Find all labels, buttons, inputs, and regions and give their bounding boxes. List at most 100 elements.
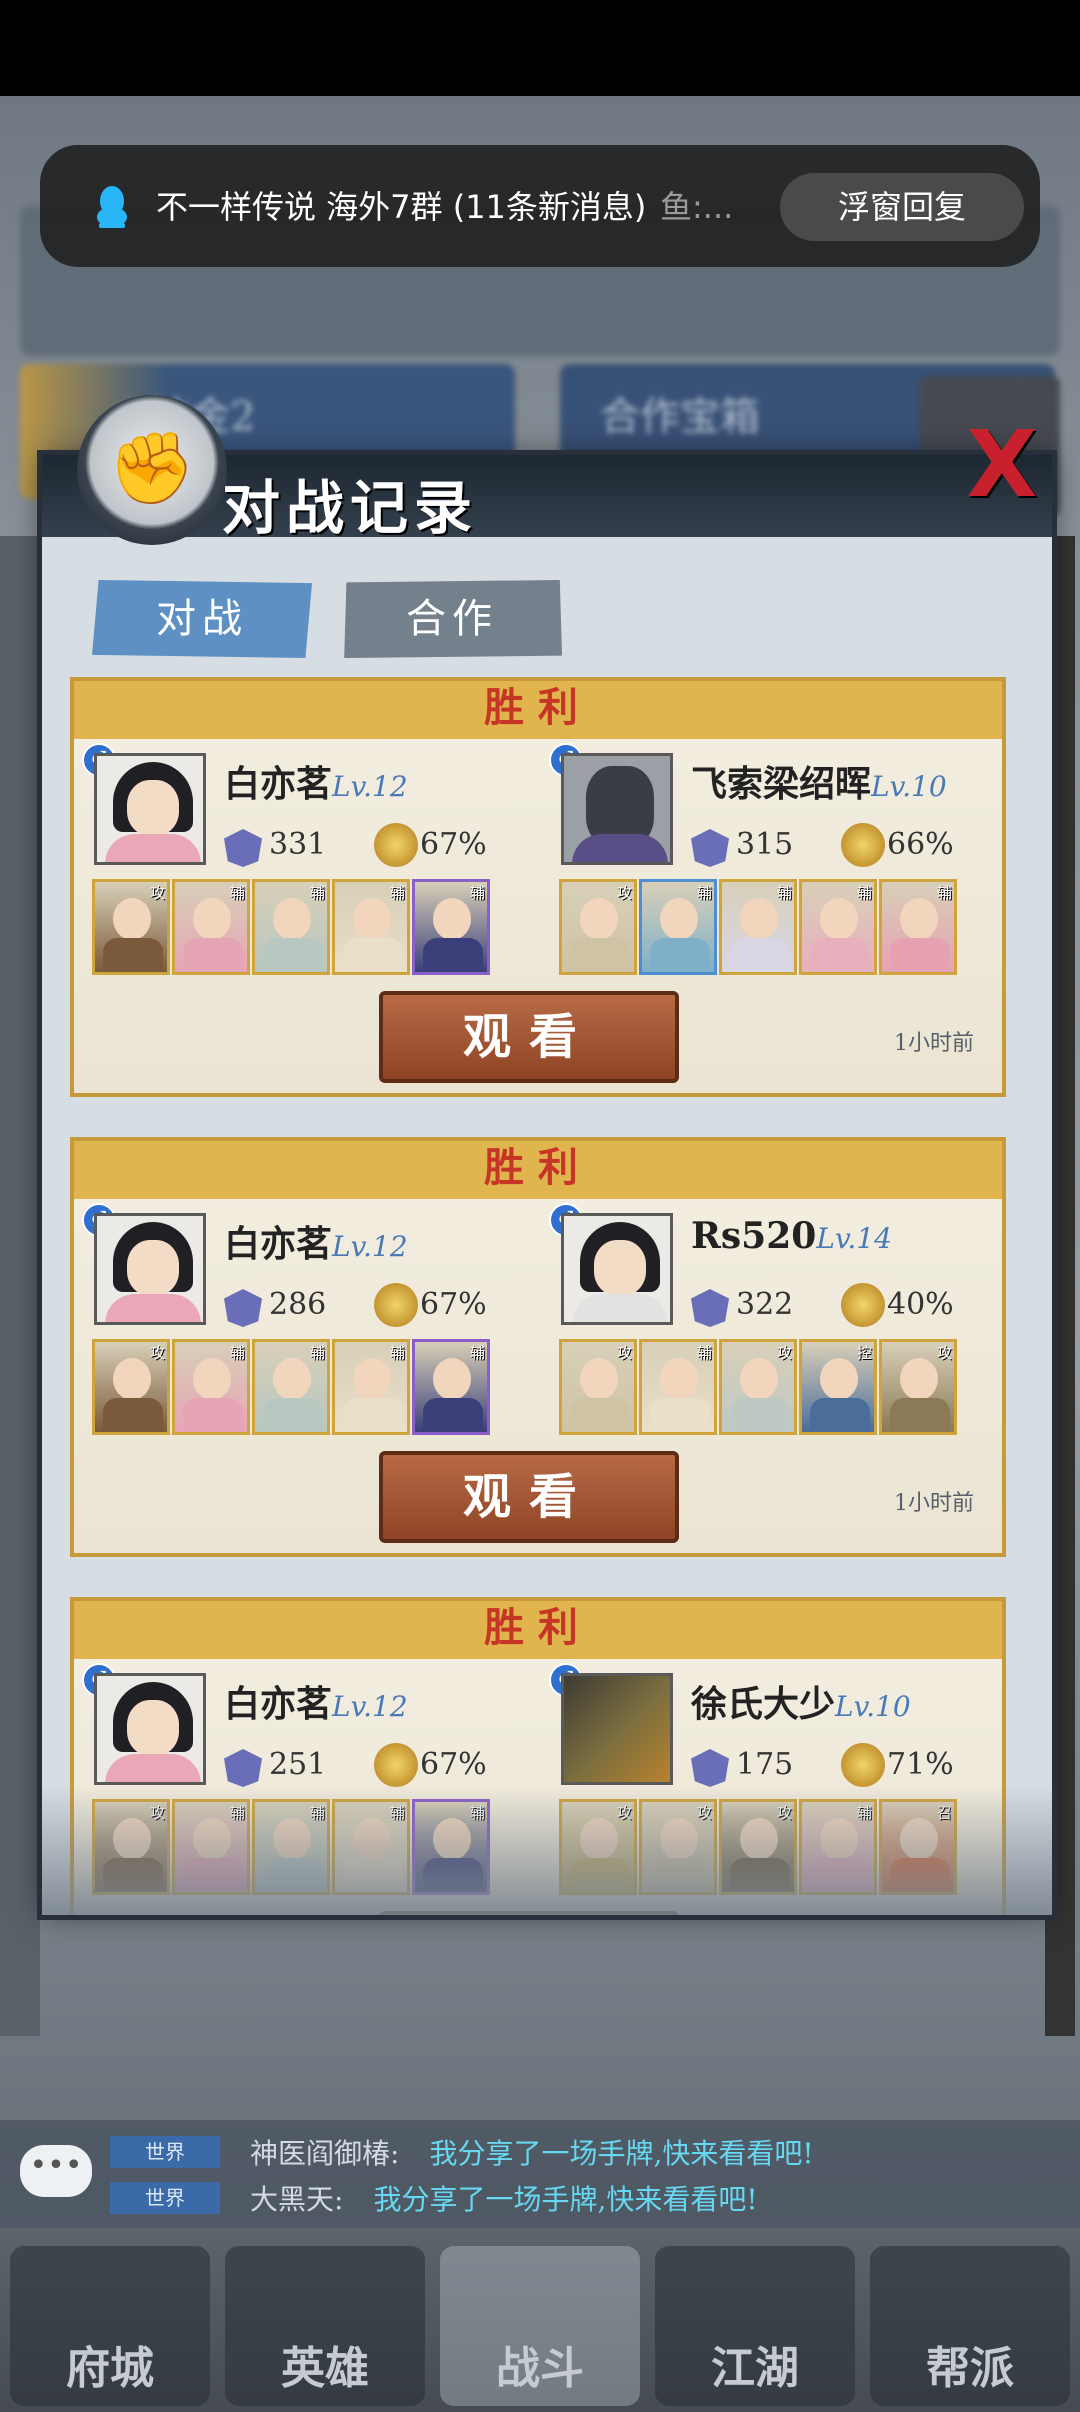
record-time: 1小时前	[894, 1031, 974, 1056]
hero-card[interactable]: 辅	[412, 879, 490, 975]
player-name: 白亦茗	[224, 1223, 333, 1265]
chat-ticker[interactable]: 世界 神医阎御椿: 我分享了一场手牌,快来看看吧! 世界 大黑天: 我分享了一场…	[0, 2120, 1080, 2230]
player-avatar[interactable]	[561, 753, 673, 865]
close-button[interactable]: X	[962, 419, 1042, 511]
player-side: ♂白亦茗Lv.1228667%攻辅辅辅辅	[82, 1203, 529, 1437]
list-fade	[42, 1785, 1052, 1915]
player-name-row: 徐氏大少Lv.10	[691, 1675, 911, 1727]
hero-lineup: 攻辅辅辅辅	[559, 879, 957, 975]
win-rate-value: 67%	[420, 827, 487, 862]
battle-record-card: 胜利♂白亦茗Lv.1228667%攻辅辅辅辅♂Rs520Lv.1432240%攻…	[70, 1137, 1006, 1557]
player-avatar[interactable]	[561, 1213, 673, 1325]
hero-role: 辅	[776, 884, 792, 902]
qq-penguin-icon	[97, 186, 127, 228]
hero-card[interactable]: 辅	[799, 879, 877, 975]
qq-notification[interactable]: 不一样传说 海外7群 (11条新消息) 鱼:... 浮窗回复	[40, 145, 1040, 267]
hero-card[interactable]: 辅	[879, 879, 957, 975]
hero-card[interactable]: 辅	[252, 1339, 330, 1435]
tab-coop[interactable]: 合作	[344, 580, 562, 658]
chat-bubble-icon[interactable]: •••	[20, 2145, 92, 2197]
hero-card[interactable]: 攻	[879, 1339, 957, 1435]
hero-role: 控	[856, 1344, 872, 1362]
hero-card[interactable]: 辅	[719, 879, 797, 975]
nav-label: 江湖	[711, 2343, 799, 2394]
result-banner: 胜利	[74, 681, 1002, 739]
player-name-row: Rs520Lv.14	[691, 1215, 892, 1257]
hero-role: 攻	[776, 1344, 792, 1362]
hero-card[interactable]: 辅	[412, 1339, 490, 1435]
bg-left-edge	[0, 536, 40, 2036]
hero-lineup: 攻辅攻控攻	[559, 1339, 957, 1435]
nav-item-heroes[interactable]: 英雄	[225, 2246, 425, 2406]
player-name: Rs520	[691, 1215, 817, 1257]
player-avatar[interactable]	[561, 1673, 673, 1785]
nav-item-jianghu[interactable]: 江湖	[655, 2246, 855, 2406]
hero-card[interactable]: 攻	[92, 879, 170, 975]
player-level: Lv.12	[332, 1230, 408, 1263]
nav-item-city[interactable]: 府城	[10, 2246, 210, 2406]
battle-record-dialog: ✊ 对战记录 X 对战 合作 胜利♂白亦茗Lv.1233167%攻辅辅辅辅♂飞索…	[42, 395, 1052, 1915]
player-avatar[interactable]	[94, 1673, 206, 1785]
win-rate-value: 71%	[887, 1747, 954, 1782]
power-shield-icon	[691, 829, 729, 867]
dialog-title: 对战记录	[222, 474, 479, 542]
hero-card[interactable]: 攻	[92, 1339, 170, 1435]
player-name: 徐氏大少	[691, 1683, 836, 1725]
hero-role: 辅	[229, 884, 245, 902]
power-value: 251	[269, 1747, 327, 1782]
hero-card[interactable]: 辅	[639, 1339, 717, 1435]
watch-replay-button[interactable]: 观看	[379, 991, 679, 1083]
chat-line: 世界 神医阎御椿: 我分享了一场手牌,快来看看吧!	[110, 2132, 814, 2172]
hero-role: 辅	[389, 884, 405, 902]
nav-label: 战斗	[496, 2343, 584, 2394]
nav-label: 府城	[66, 2343, 154, 2394]
hero-role: 辅	[696, 884, 712, 902]
watch-replay-button[interactable]: 观看	[379, 1451, 679, 1543]
notification-preview: 鱼:...	[660, 188, 734, 226]
power-shield-icon	[224, 829, 262, 867]
win-rate-medal-icon	[841, 1743, 885, 1787]
hero-card[interactable]: 辅	[332, 879, 410, 975]
chat-sender: 神医阎御椿:	[250, 2137, 400, 2170]
hero-card[interactable]: 攻	[559, 879, 637, 975]
player-level: Lv.12	[332, 1690, 408, 1723]
hero-role: 辅	[469, 884, 485, 902]
chat-message: 我分享了一场手牌,快来看看吧!	[373, 2183, 758, 2216]
opponent-side: ♂飞索梁绍晖Lv.1031566%攻辅辅辅辅	[549, 743, 996, 977]
status-bar	[0, 0, 1080, 96]
player-avatar[interactable]	[94, 1213, 206, 1325]
fist-emblem-icon: ✊	[77, 395, 227, 545]
hero-card[interactable]: 攻	[559, 1339, 637, 1435]
hero-role: 攻	[616, 884, 632, 902]
power-shield-icon	[691, 1749, 729, 1787]
win-rate-value: 66%	[887, 827, 954, 862]
nav-item-battle[interactable]: 战斗	[440, 2246, 640, 2406]
win-rate-medal-icon	[841, 1283, 885, 1327]
hero-role: 辅	[696, 1344, 712, 1362]
floating-reply-button[interactable]: 浮窗回复	[780, 173, 1024, 241]
player-avatar[interactable]	[94, 753, 206, 865]
hero-card[interactable]: 辅	[172, 879, 250, 975]
hero-card[interactable]: 控	[799, 1339, 877, 1435]
nav-label: 帮派	[926, 2343, 1014, 2394]
record-list[interactable]: 胜利♂白亦茗Lv.1233167%攻辅辅辅辅♂飞索梁绍晖Lv.1031566%攻…	[70, 677, 1020, 1915]
player-name-row: 白亦茗Lv.12	[224, 1675, 408, 1727]
player-level: Lv.10	[835, 1690, 911, 1723]
hero-lineup: 攻辅辅辅辅	[92, 1339, 490, 1435]
hero-card[interactable]: 辅	[172, 1339, 250, 1435]
win-rate-medal-icon	[374, 823, 418, 867]
nav-label: 英雄	[281, 2343, 369, 2394]
hero-card[interactable]: 攻	[719, 1339, 797, 1435]
tab-battle[interactable]: 对战	[92, 580, 312, 658]
battle-record-card: 胜利♂白亦茗Lv.1233167%攻辅辅辅辅♂飞索梁绍晖Lv.1031566%攻…	[70, 677, 1006, 1097]
player-name-row: 白亦茗Lv.12	[224, 1215, 408, 1267]
win-rate-value: 40%	[887, 1287, 954, 1322]
power-value: 322	[736, 1287, 794, 1322]
hero-role: 辅	[309, 1344, 325, 1362]
hero-card[interactable]: 辅	[639, 879, 717, 975]
hero-card[interactable]: 辅	[332, 1339, 410, 1435]
hero-card[interactable]: 辅	[252, 879, 330, 975]
win-rate-medal-icon	[841, 823, 885, 867]
chat-message: 我分享了一场手牌,快来看看吧!	[429, 2137, 814, 2170]
nav-item-guild[interactable]: 帮派	[870, 2246, 1070, 2406]
